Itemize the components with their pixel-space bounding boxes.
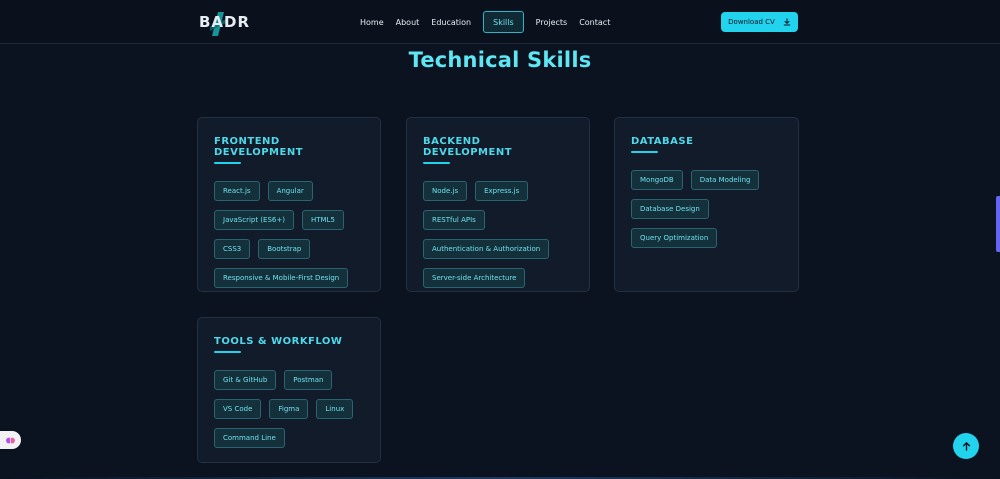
scroll-to-top-button[interactable] — [953, 433, 979, 459]
skill-card-database: DATABASE MongoDB Data Modeling Database … — [614, 117, 799, 292]
skill-card-backend: BACKEND DEVELOPMENT Node.js Express.js R… — [406, 117, 590, 292]
card-title: TOOLS & WORKFLOW — [214, 336, 343, 347]
skill-tag: Node.js — [423, 181, 468, 201]
skill-tag: Server-side Architecture — [423, 268, 526, 288]
download-cv-button[interactable]: Download CV — [721, 12, 798, 32]
nav-contact[interactable]: Contact — [573, 10, 616, 34]
skill-tag: MongoDB — [631, 170, 683, 190]
nav-about[interactable]: About — [390, 10, 426, 34]
skill-tags: Git & GitHub Postman VS Code Figma Linux… — [214, 370, 364, 448]
skill-tag: Query Optimization — [631, 228, 718, 248]
skill-tags: React.js Angular JavaScript (ES6+) HTML5… — [214, 181, 364, 288]
skill-tag: HTML5 — [301, 210, 344, 230]
skill-tag: Bootstrap — [258, 239, 311, 259]
nav-skills[interactable]: Skills — [483, 11, 524, 33]
nav-home[interactable]: Home — [354, 10, 390, 34]
skill-tag: Express.js — [475, 181, 529, 201]
skill-tags: MongoDB Data Modeling Database Design Qu… — [631, 170, 782, 248]
title-underline — [631, 151, 658, 153]
scroll-indicator[interactable] — [996, 196, 1000, 252]
skill-tag: RESTful APIs — [423, 210, 485, 230]
card-title: FRONTEND DEVELOPMENT — [214, 136, 304, 158]
nav-links: Home About Education Skills Projects Con… — [354, 10, 616, 34]
skill-tag: Database Design — [631, 199, 709, 219]
title-underline — [423, 162, 450, 164]
skill-tag: Command Line — [214, 428, 285, 448]
download-cv-label: Download CV — [728, 18, 775, 26]
skill-tag: Git & GitHub — [214, 370, 277, 390]
skill-tag: Figma — [269, 399, 309, 419]
navbar: BADR Home About Education Skills Project… — [0, 0, 1000, 44]
title-underline — [214, 162, 241, 164]
skill-tag: Data Modeling — [690, 170, 760, 190]
side-widget-button[interactable] — [0, 431, 21, 449]
title-underline — [214, 351, 241, 353]
skill-tags: Node.js Express.js RESTful APIs Authenti… — [423, 181, 573, 288]
skill-tag: Responsive & Mobile-First Design — [214, 268, 349, 288]
card-title: DATABASE — [631, 136, 694, 147]
skill-tag: Postman — [284, 370, 333, 390]
brain-icon — [6, 437, 15, 443]
download-icon — [783, 18, 791, 26]
skill-tag: Angular — [267, 181, 313, 201]
skill-tag: React.js — [214, 181, 260, 201]
skill-card-tools: TOOLS & WORKFLOW Git & GitHub Postman VS… — [197, 317, 381, 463]
logo-text: BADR — [199, 13, 251, 31]
nav-projects[interactable]: Projects — [530, 10, 574, 34]
skill-tag: Authentication & Authorization — [423, 239, 550, 259]
skill-card-frontend: FRONTEND DEVELOPMENT React.js Angular Ja… — [197, 117, 381, 292]
skill-tag: CSS3 — [214, 239, 251, 259]
card-title: BACKEND DEVELOPMENT — [423, 136, 513, 158]
page-title: Technical Skills — [408, 48, 592, 72]
skill-tag: Linux — [316, 399, 354, 419]
skill-tag: VS Code — [214, 399, 262, 419]
skill-tag: JavaScript (ES6+) — [214, 210, 294, 230]
arrow-up-icon — [962, 441, 970, 451]
logo[interactable]: BADR — [199, 6, 249, 38]
nav-education[interactable]: Education — [425, 10, 477, 34]
